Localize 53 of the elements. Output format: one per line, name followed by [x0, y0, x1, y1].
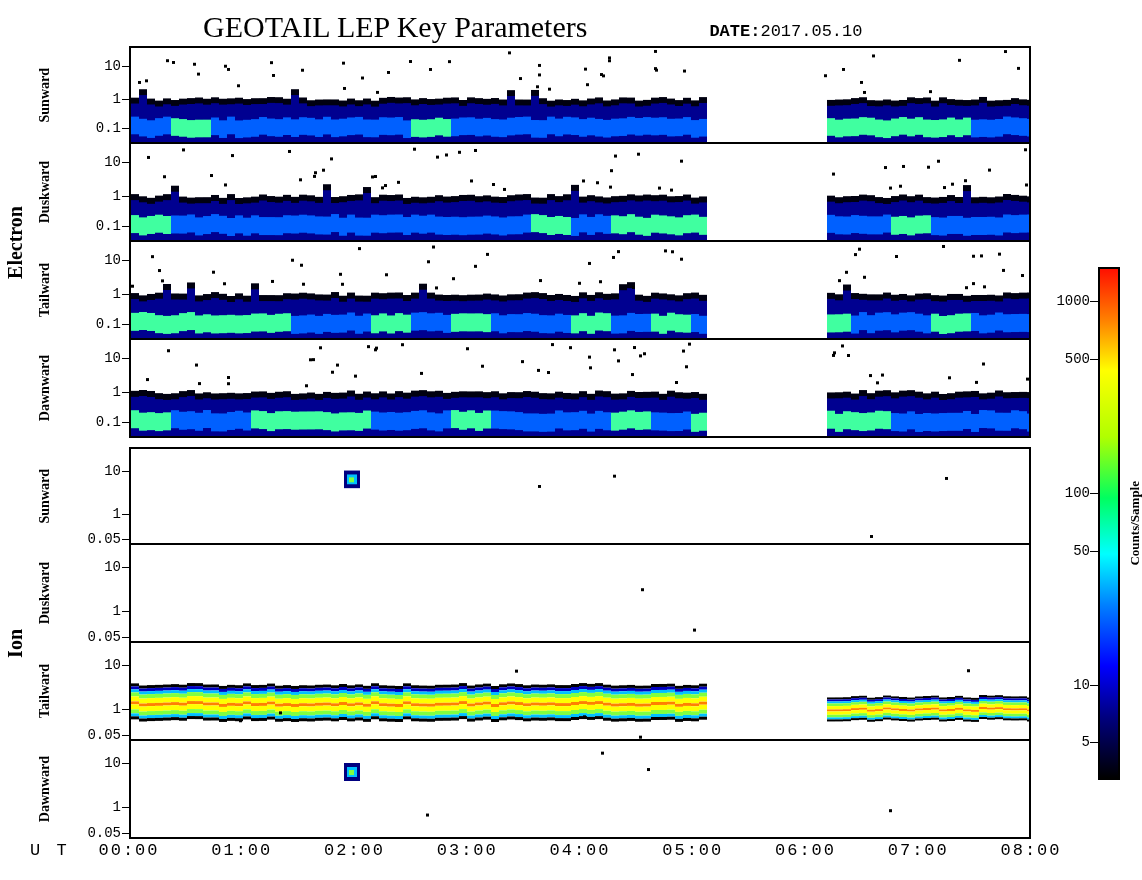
group-label: Electron: [3, 205, 27, 279]
axis-tick-label: 1: [112, 799, 121, 815]
time-axis-label: 03:00: [435, 841, 499, 861]
axis-tick-label: 10: [104, 559, 121, 575]
axis-tick-label: 1: [112, 505, 121, 522]
colorbar-tick-label: 10: [1073, 676, 1090, 693]
axis-tick-label: 0.05: [87, 825, 121, 841]
axis-tick-label: 10: [104, 755, 121, 771]
panel-label: Dawnward: [37, 354, 53, 422]
panel-label: Tailward: [37, 664, 53, 718]
axis-tick-label: 1: [112, 286, 121, 302]
colorbar-tick-label: 50: [1073, 542, 1090, 559]
chart-title: GEOTAIL LEP Key Parameters: [203, 10, 588, 44]
axis-tick-label: 10: [104, 462, 121, 479]
axis-tick-label: 0.05: [87, 629, 121, 645]
axis-tick-label: 10: [104, 350, 121, 366]
time-axis-label: 04:00: [548, 841, 612, 861]
colorbar-tick-label: 500: [1064, 350, 1090, 367]
time-axis-label: 08:00: [999, 841, 1063, 861]
panel-label: Dawnward: [37, 755, 53, 823]
time-axis-label: 05:00: [661, 841, 725, 861]
axis-tick-label: 10: [104, 657, 121, 673]
group-label: Ion: [3, 628, 27, 658]
axis-tick-label: 10: [104, 57, 121, 74]
axis-tick-label: 0.05: [87, 727, 121, 743]
axis-tick-label: 1: [112, 384, 121, 400]
time-axis-label: 07:00: [886, 841, 950, 861]
axis-tick-label: 10: [104, 154, 121, 170]
colorbar-tick-label: 5: [1081, 734, 1090, 751]
panel-label: Tailward: [37, 263, 53, 317]
colorbar-tick-label: 1000: [1056, 292, 1090, 309]
panel-label: Duskward: [37, 561, 53, 625]
panel-label: Sunward: [37, 67, 53, 123]
axis-tick-label: 1: [112, 188, 121, 204]
time-axis-label: 02:00: [323, 841, 386, 861]
panel-label: Sunward: [37, 468, 53, 524]
time-axis-label: 01:00: [210, 841, 274, 861]
date-label: DATE:2017.05.10: [709, 22, 863, 42]
colorbar-title: Counts/Sample: [1127, 481, 1142, 566]
axis-tick-label: 0.1: [95, 120, 121, 137]
time-axis-label: 06:00: [774, 841, 837, 861]
axis-tick-label: 0.1: [95, 218, 121, 234]
axis-tick-label: 10: [104, 252, 121, 268]
axis-tick-label: 1: [112, 701, 121, 717]
axis-tick-label: 0.1: [95, 414, 121, 430]
colorbar-tick-label: 100: [1064, 484, 1090, 501]
panel-label: Duskward: [37, 160, 53, 224]
time-axis-label: 00:00: [97, 841, 161, 861]
axis-tick-label: 1: [112, 603, 121, 619]
axis-tick-label: 0.05: [87, 531, 121, 548]
axis-tick-label: 1: [112, 90, 121, 107]
axis-tick-label: 0.1: [95, 316, 121, 332]
axis-unit-label: U T: [29, 841, 68, 860]
